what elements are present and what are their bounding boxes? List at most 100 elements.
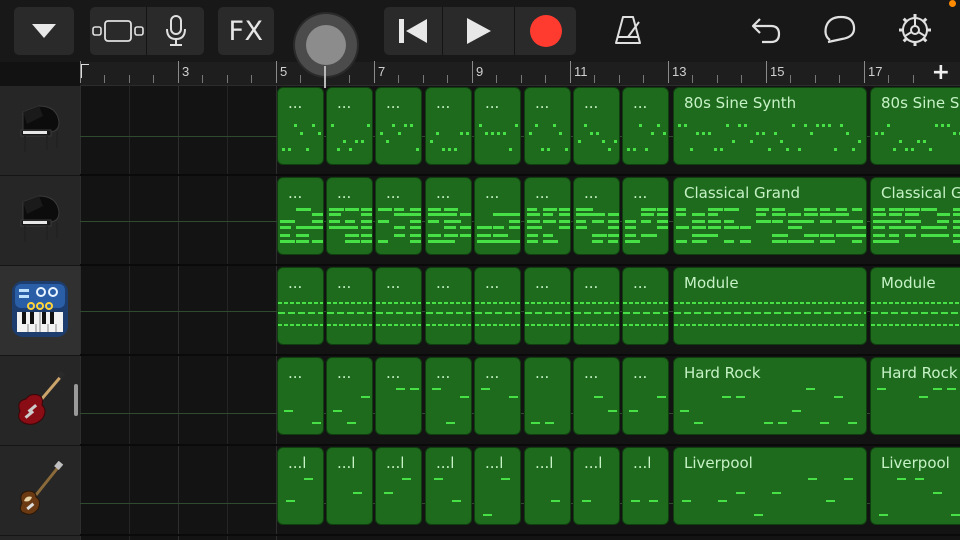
midi-note — [953, 240, 960, 243]
midi-region[interactable]: Hard Rock — [870, 357, 960, 435]
midi-region[interactable]: ... — [622, 267, 669, 345]
midi-region[interactable]: ... — [474, 357, 521, 435]
region-label: ... — [337, 274, 352, 292]
midi-note — [339, 324, 343, 326]
midi-region[interactable]: ... — [375, 267, 422, 345]
midi-note — [736, 396, 745, 398]
browser-button[interactable] — [14, 7, 74, 55]
midi-region[interactable]: ... — [425, 177, 472, 255]
add-section-button[interactable]: + — [932, 61, 950, 85]
midi-note — [466, 132, 469, 135]
tracks-area[interactable]: ........................ 80s Sine Synth 80… — [80, 86, 960, 540]
midi-note — [410, 220, 421, 223]
midi-region[interactable]: ... — [524, 177, 571, 255]
midi-region[interactable]: Liverpool — [870, 447, 960, 525]
midi-region[interactable]: ... — [425, 87, 472, 165]
record-button[interactable] — [515, 7, 576, 55]
tracks-view-button[interactable] — [90, 7, 146, 55]
undo-button[interactable] — [744, 12, 788, 52]
midi-note — [545, 312, 552, 314]
midi-region[interactable]: ... — [277, 267, 324, 345]
midi-region[interactable]: ... — [326, 267, 373, 345]
midi-region[interactable]: ... — [524, 267, 571, 345]
midi-region[interactable]: ... — [425, 267, 472, 345]
midi-region[interactable]: ...l — [573, 447, 620, 525]
midi-region[interactable]: ... — [573, 267, 620, 345]
midi-region[interactable]: ...l — [326, 447, 373, 525]
midi-region[interactable]: ... — [474, 177, 521, 255]
midi-region[interactable]: ...l — [375, 447, 422, 525]
playhead-start-marker[interactable] — [81, 64, 89, 78]
region-label: ...l — [288, 454, 307, 472]
midi-region[interactable]: Module — [673, 267, 867, 345]
midi-region[interactable]: ... — [622, 177, 669, 255]
midi-note — [907, 302, 911, 304]
loop-browser-button[interactable] — [818, 12, 862, 52]
midi-note — [580, 302, 584, 304]
midi-region[interactable]: Module — [870, 267, 960, 345]
midi-region[interactable]: ... — [425, 357, 472, 435]
go-to-beginning-button[interactable] — [384, 7, 442, 55]
midi-region[interactable]: ... — [375, 87, 422, 165]
midi-region[interactable]: ...l — [425, 447, 472, 525]
midi-region[interactable]: ... — [375, 357, 422, 435]
midi-note — [428, 213, 445, 216]
midi-region[interactable]: ... — [474, 267, 521, 345]
midi-note — [684, 124, 687, 127]
track-header-5[interactable] — [0, 446, 80, 536]
midi-region[interactable]: ...l — [622, 447, 669, 525]
midi-region[interactable]: Classical Grand — [870, 177, 960, 255]
midi-note — [708, 226, 721, 229]
play-button[interactable] — [443, 7, 514, 55]
track-header-2[interactable] — [0, 176, 80, 266]
midi-note — [576, 213, 592, 216]
midi-region[interactable]: ... — [573, 177, 620, 255]
midi-region[interactable]: ... — [326, 357, 373, 435]
midi-region[interactable]: ... — [277, 87, 324, 165]
track-header-1[interactable] — [0, 86, 80, 176]
midi-region[interactable]: ... — [375, 177, 422, 255]
timeline-ruler[interactable]: 3 5 7 9 11 13 15 17 + — [80, 61, 960, 86]
settings-button[interactable] — [893, 12, 937, 52]
midi-region[interactable]: ... — [524, 357, 571, 435]
mic-button[interactable] — [147, 7, 204, 55]
ruler-tick — [496, 75, 497, 83]
midi-region[interactable]: Hard Rock — [673, 357, 867, 435]
track-header-4[interactable] — [0, 356, 80, 446]
region-label: ... — [633, 364, 648, 382]
fx-button[interactable]: FX — [218, 7, 274, 55]
midi-region[interactable]: ... — [277, 357, 324, 435]
midi-region[interactable]: ... — [622, 357, 669, 435]
midi-region[interactable]: ... — [326, 177, 373, 255]
midi-note — [931, 312, 938, 314]
midi-region[interactable]: ... — [326, 87, 373, 165]
midi-region[interactable]: ... — [573, 87, 620, 165]
midi-note — [905, 220, 921, 223]
master-volume-knob[interactable] — [295, 14, 357, 76]
midi-region[interactable]: 80s Sine Synth — [673, 87, 867, 165]
midi-note — [692, 234, 709, 237]
midi-region[interactable]: ... — [573, 357, 620, 435]
midi-note — [543, 220, 556, 223]
region-label: Module — [684, 274, 739, 292]
midi-region[interactable]: ... — [474, 87, 521, 165]
midi-note — [598, 302, 602, 304]
midi-note — [949, 324, 953, 326]
metronome-button[interactable] — [606, 12, 650, 52]
midi-region[interactable]: 80s Sine Synth — [870, 87, 960, 165]
midi-region[interactable]: ... — [277, 177, 324, 255]
midi-note — [953, 132, 956, 135]
midi-note — [284, 410, 293, 412]
midi-region[interactable]: ...l — [524, 447, 571, 525]
track-list-scroll-indicator[interactable] — [74, 384, 78, 416]
midi-note — [848, 324, 852, 326]
midi-note — [333, 410, 342, 412]
midi-region[interactable]: ... — [622, 87, 669, 165]
midi-region[interactable]: Classical Grand — [673, 177, 867, 255]
midi-region[interactable]: Liverpool — [673, 447, 867, 525]
midi-region[interactable]: ...l — [474, 447, 521, 525]
track-header-3[interactable] — [0, 266, 80, 356]
playhead-line[interactable] — [324, 66, 326, 88]
midi-region[interactable]: ... — [524, 87, 571, 165]
midi-region[interactable]: ...l — [277, 447, 324, 525]
